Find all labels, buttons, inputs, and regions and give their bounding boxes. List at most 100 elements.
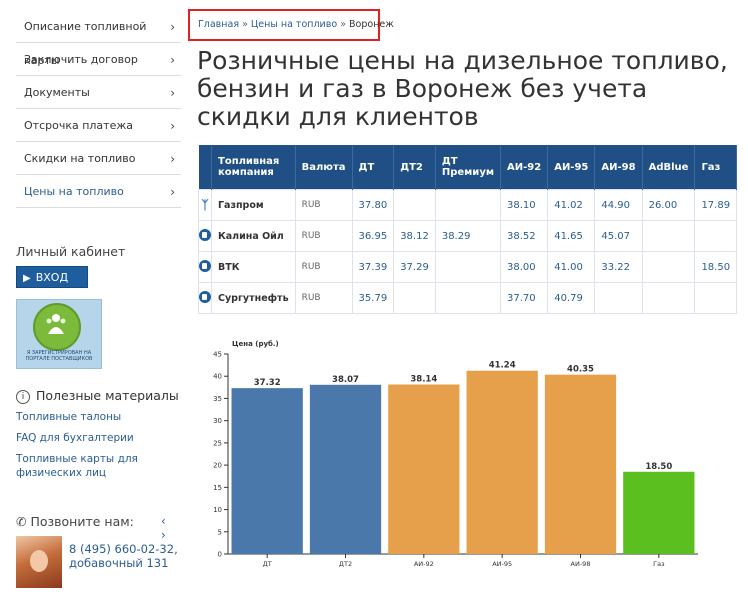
company-cell: ВТК — [211, 251, 296, 283]
price-cell: 18.50 — [694, 251, 738, 283]
supplier-portal-badge[interactable]: Я ЗАРЕГИСТРИРОВАН НА ПОРТАЛЕ ПОСТАВЩИКОВ — [16, 299, 102, 369]
fuel-pump-icon — [198, 251, 212, 283]
sidebar-item-label: Цены на топливо — [24, 185, 124, 198]
prices-table: Топливная компания Валюта ДТ ДТ2 ДТ Прем… — [198, 145, 738, 314]
breadcrumb-prices[interactable]: Цены на топливо — [251, 19, 337, 30]
x-tick-label: ДТ — [263, 560, 272, 568]
y-tick-label: 5 — [218, 528, 222, 536]
bar — [231, 388, 303, 554]
link-fuel-coupons[interactable]: Топливные талоны — [16, 410, 181, 424]
fuel-pump-icon — [198, 220, 212, 252]
y-tick-label: 45 — [213, 351, 222, 359]
call-us: ✆ Позвоните нам: ‹ › — [16, 514, 166, 542]
page-title: Розничные цены на дизельное топливо, бен… — [197, 46, 728, 131]
price-cell — [694, 282, 738, 314]
info-icon: i — [16, 389, 30, 404]
sidebar-item-card-description[interactable]: Описание топливной карты › — [16, 10, 181, 67]
table-row: ᛉ Газпром RUB 37.80 38.10 41.02 44.90 26… — [198, 189, 738, 221]
price-cell — [594, 282, 643, 314]
price-cell: 45.07 — [594, 220, 643, 252]
price-cell: 41.00 — [547, 251, 596, 283]
people-icon — [46, 314, 66, 334]
price-cell: 38.12 — [393, 220, 436, 252]
table-row: Калина Ойл RUB 36.95 38.12 38.29 38.52 4… — [198, 220, 738, 252]
chevron-right-icon: › — [170, 20, 175, 34]
price-cell — [434, 251, 502, 283]
price-cell — [641, 220, 696, 252]
sidebar-item-discounts[interactable]: Скидки на топливо › — [16, 142, 181, 175]
price-cell — [641, 282, 696, 314]
link-cards-individuals[interactable]: Топливные карты для физических лиц — [16, 452, 181, 480]
table-row: ВТК RUB 37.39 37.29 38.00 41.00 33.22 18… — [198, 251, 738, 283]
sidebar-item-deferral[interactable]: Отсрочка платежа › — [16, 109, 181, 142]
bar — [544, 374, 617, 554]
sidebar-item-label: Заключить договор — [24, 53, 138, 66]
price-cell: 41.65 — [547, 220, 596, 252]
sidebar-item-prices[interactable]: Цены на топливо › — [16, 175, 181, 208]
x-tick-label: АИ-92 — [414, 560, 434, 568]
x-tick-label: АИ-95 — [492, 560, 512, 568]
gazprom-logo-icon: ᛉ — [198, 189, 212, 221]
y-tick-label: 25 — [213, 439, 222, 447]
bar-value-label: 41.24 — [489, 361, 516, 371]
column-header-currency: Валюта — [295, 145, 353, 190]
chevron-right-icon: › — [170, 185, 175, 199]
currency-cell: RUB — [294, 251, 353, 283]
price-cell: 33.22 — [594, 251, 643, 283]
price-bar-chart: Цена (руб.) 0 5 10 15 20 25 30 35 40 45 37.32 ДТ 38.0… — [213, 340, 698, 568]
phone-icon: ✆ — [16, 514, 27, 529]
sidebar-menu: Описание топливной карты › Заключить дого… — [16, 10, 181, 208]
breadcrumb-home[interactable]: Главная — [198, 19, 239, 30]
y-tick-label: 0 — [218, 551, 222, 559]
y-tick-label: 35 — [213, 395, 222, 403]
price-cell: 38.52 — [500, 220, 549, 252]
column-header-adblue: AdBlue — [642, 145, 696, 190]
x-tick-label: ДТ2 — [339, 560, 352, 568]
sidebar-item-documents[interactable]: Документы › — [16, 76, 181, 109]
bar — [466, 370, 538, 554]
y-tick-label: 40 — [213, 373, 222, 381]
carousel-arrows[interactable]: ‹ › — [161, 514, 174, 542]
chevron-right-icon: › — [170, 119, 175, 133]
login-button[interactable]: ▶ ВХОД — [16, 266, 88, 288]
table-header-row: Топливная компания Валюта ДТ ДТ2 ДТ Прем… — [198, 145, 738, 190]
price-cell: 35.79 — [351, 282, 395, 314]
cabinet-title: Личный кабинет — [16, 244, 126, 259]
y-tick-label: 10 — [213, 506, 222, 514]
link-faq-accounting[interactable]: FAQ для бухгалтерии — [16, 431, 181, 445]
bar-value-label: 38.14 — [410, 374, 437, 384]
price-cell — [434, 189, 502, 221]
chevron-right-icon: › — [170, 152, 175, 166]
price-cell — [393, 189, 436, 221]
login-label: ВХОД — [35, 271, 69, 284]
call-title: Позвоните нам: — [30, 514, 134, 529]
price-cell — [694, 220, 738, 252]
column-header-gas: Газ — [694, 145, 738, 190]
price-cell: 38.00 — [500, 251, 549, 283]
sidebar-item-contract[interactable]: Заключить договор › — [16, 43, 181, 76]
avatar-face — [30, 550, 48, 572]
price-cell: 40.79 — [547, 282, 596, 314]
y-tick-label: 15 — [213, 484, 222, 492]
price-cell: 38.10 — [500, 189, 549, 221]
chevron-right-icon: › — [170, 53, 175, 67]
sidebar-item-label: Документы — [24, 86, 90, 99]
price-cell: 37.70 — [500, 282, 549, 314]
price-cell: 44.90 — [594, 189, 643, 221]
bar — [309, 384, 382, 554]
breadcrumb-separator: » — [340, 19, 346, 30]
column-header-ai95: АИ-95 — [547, 145, 596, 190]
price-cell — [641, 251, 696, 283]
breadcrumb-current: Воронеж — [349, 19, 394, 30]
phone-contact[interactable]: 8 (495) 660-02-32, добавочный 131 — [69, 542, 178, 570]
column-header-ai92: АИ-92 — [500, 145, 549, 190]
chevron-right-icon: › — [170, 86, 175, 100]
bar-value-label: 38.07 — [332, 375, 359, 385]
sidebar-item-label: Скидки на топливо — [24, 152, 136, 165]
arrow-right-icon: ▶ — [23, 273, 31, 284]
bar-value-label: 18.50 — [645, 462, 672, 472]
bar — [388, 384, 460, 554]
currency-cell: RUB — [294, 220, 353, 252]
column-header-icon — [198, 145, 212, 190]
currency-cell: RUB — [294, 282, 353, 314]
